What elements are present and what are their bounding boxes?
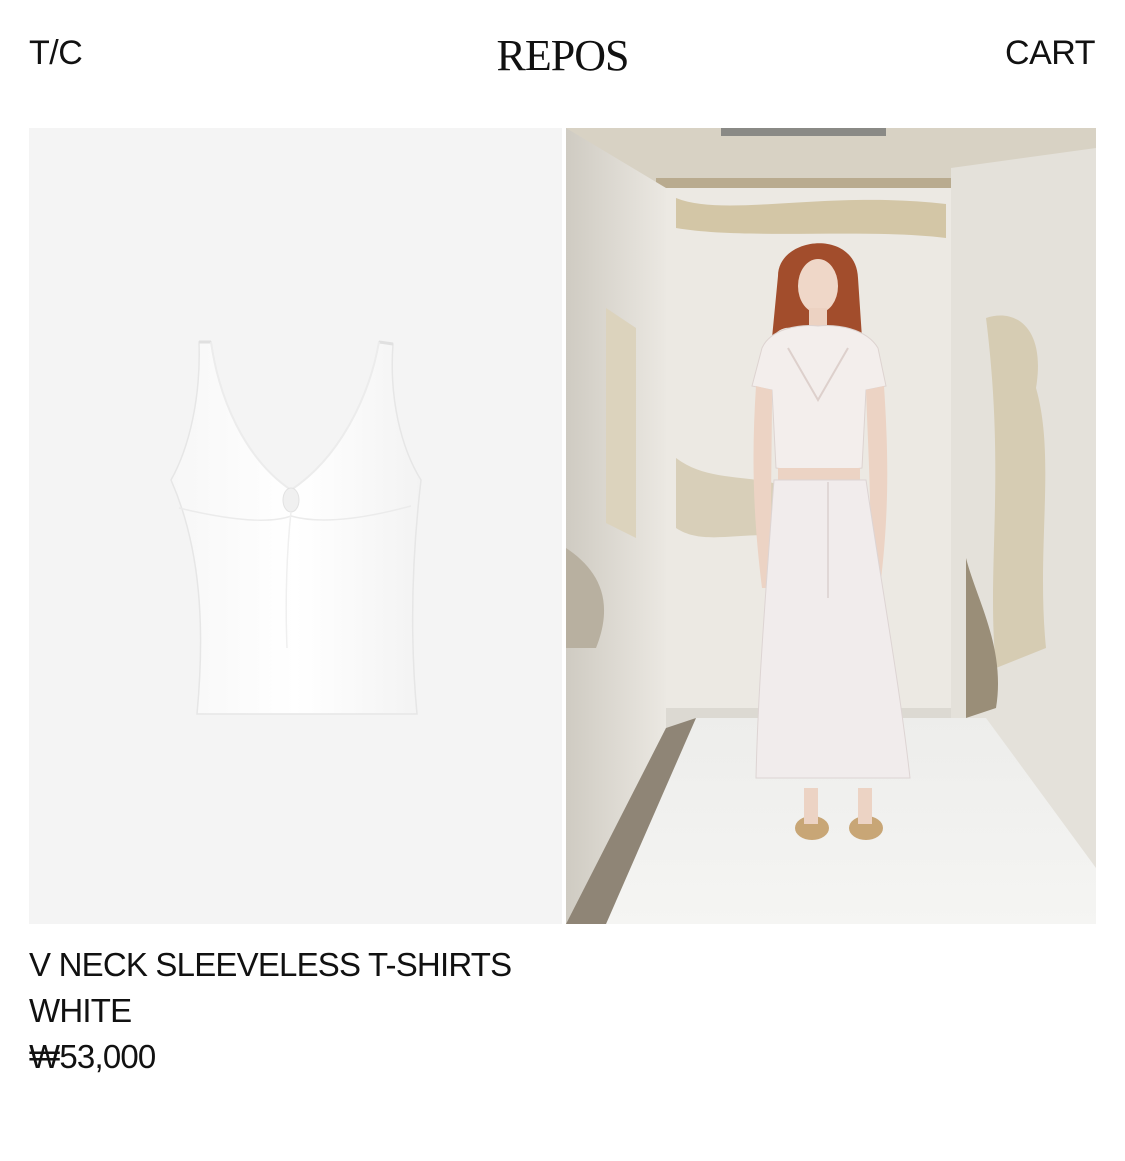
model-image[interactable] bbox=[566, 128, 1096, 924]
product-price: ₩53,000 bbox=[29, 1038, 156, 1075]
tank-top-illustration bbox=[170, 340, 422, 715]
product-gallery bbox=[29, 128, 1096, 924]
logo-container: REPOS bbox=[0, 30, 1125, 81]
product-image[interactable] bbox=[29, 128, 562, 924]
cart-link[interactable]: CART bbox=[1005, 34, 1095, 73]
site-header: T/C REPOS CART bbox=[0, 0, 1125, 110]
logo[interactable]: REPOS bbox=[497, 31, 630, 80]
product-color: WHITE bbox=[29, 992, 132, 1029]
product-info: V NECK SLEEVELESS T-SHIRTS WHITE ₩53,000 bbox=[29, 942, 512, 1080]
product-name[interactable]: V NECK SLEEVELESS T-SHIRTS bbox=[29, 942, 512, 988]
model-photo-illustration bbox=[566, 128, 1096, 924]
